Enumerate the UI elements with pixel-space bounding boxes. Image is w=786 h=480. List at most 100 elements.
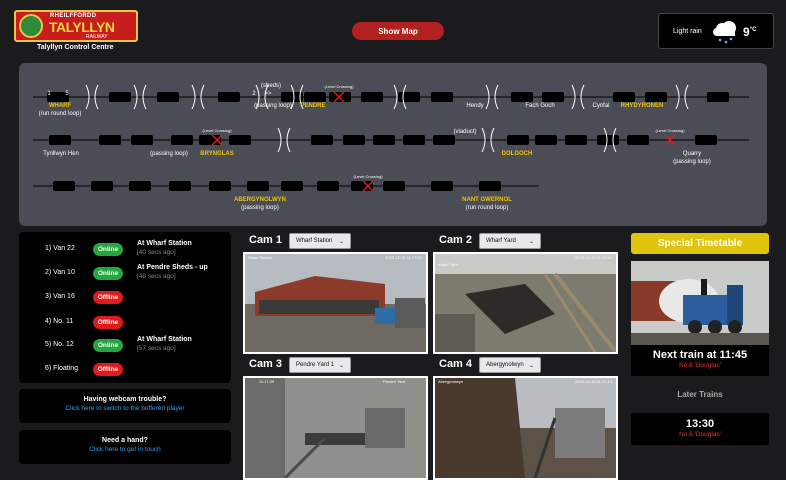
cam-1-select[interactable]: Wharf Station ⌄ [289,233,351,249]
show-map-button[interactable]: Show Map [352,22,444,40]
cam-1-image [245,254,426,352]
track-diagram [33,84,749,192]
station-nant-gwernol-note: (run round loop) [465,205,509,211]
label-viaduct: (viaduct) [453,129,477,135]
track-block [247,181,269,191]
track-section-pendre-2: 2 [252,91,256,97]
next-train-loco: No.6 'Douglas' [679,362,721,369]
vehicle-status-badge: Offline [93,363,123,376]
cam-4-feed[interactable]: Abergynolwyn 2023-12-16 11:17:13 [433,376,618,480]
track-section-wharf-1: 1 [47,91,51,97]
weather-widget: Light rain 9°C [658,13,774,49]
vehicle-name: 2) Van 10 [45,269,75,276]
track-block [129,181,151,191]
cam-3-feed[interactable]: 11:17:29 Pendre Yard [243,376,428,480]
station-pendre: PENDRE [300,103,326,109]
cam-3-select[interactable]: Pendre Yard 1 ⌄ [289,357,351,373]
contact-help-box: Need a hand? Click here to get in touch [19,430,231,464]
cam-3-overlay: Pendre Yard [383,379,406,384]
vehicle-status-badge: Online [93,243,123,256]
track-block [171,135,193,145]
track-block [157,92,179,102]
next-train-box: Next train at 11:45 No.6 'Douglas' [631,345,769,376]
cam-2-select[interactable]: Wharf Yard ⌄ [479,233,541,249]
chevron-down-icon: ⌄ [338,238,344,245]
cam-3-title: Cam 3 [249,358,283,370]
track-block [645,92,667,102]
track-map: 1 5 2 >> WHARF (run round loop) (sheds) … [19,63,767,226]
label-quarry-loop: (passing loop) [673,159,711,165]
track-block [109,92,131,102]
track-block [351,181,373,191]
cam-1-feed[interactable]: Wharf Station 2023-12-16 11:17:21 [243,252,428,354]
track-block [707,92,729,102]
level-crossing-2: (Level Crossing) [202,128,232,133]
track-block [329,92,351,102]
track-block [507,135,529,145]
track-block [311,135,333,145]
chevron-down-icon: ⌄ [528,362,534,369]
level-crossing-4: (Level Crossing) [353,174,383,179]
track-block [53,181,75,191]
vehicle-row: 5) No. 12 Online At Wharf Station [57 secs … [19,336,231,354]
vehicle-name: 3) Van 16 [45,293,75,300]
weather-temperature: 9°C [743,25,757,39]
vehicle-location: At Wharf Station [137,240,192,247]
cam-1-overlay: Wharf Station [248,255,273,260]
track-block [209,181,231,191]
cam-1-title: Cam 1 [249,234,283,246]
vehicle-location: At Pendre Sheds - up [137,264,208,271]
track-block [431,92,453,102]
track-block [383,181,405,191]
halt-tynllwyn-hen: Tynllwyn Hen [43,151,79,157]
level-crossing-1: (Level Crossing) [324,84,354,89]
track-block [398,92,420,102]
track-block [91,181,113,191]
get-in-touch-link[interactable]: Click here to get in touch [19,446,231,453]
vehicle-name: 6) Floating [45,365,79,372]
halt-hendy: Hendy [466,103,484,109]
talyllyn-logo[interactable]: RHEILFFORDD TALYLLYN RAILWAY [14,10,138,42]
cam-4-image [435,378,616,478]
halt-quarry: Quarry [682,151,702,157]
steam-locomotive-image [631,261,769,345]
track-section-pendre-arrow: >> [264,91,272,97]
crest-icon [19,14,43,38]
halt-fach-goch: Fach Goch [525,103,555,109]
station-wharf-note: (run round loop) [38,111,82,117]
vehicle-name: 1) Van 22 [45,245,75,252]
track-block [613,92,635,102]
label-sheds: (sheds) [260,83,282,89]
track-block [695,135,717,145]
vehicle-row: 3) Van 16 Offline [19,288,231,306]
later-train-item: 13:30 No.6 'Douglas' [631,413,769,445]
label-brynglas-loop: (passing loop) [150,151,188,157]
vehicle-last-seen: [48 secs ago] [137,273,176,280]
cam-4-title: Cam 4 [439,358,473,370]
vehicle-row: 4) No. 11 Offline [19,313,231,331]
station-rhydyronen: RHYDYRONEN [620,103,664,109]
track-block [511,92,533,102]
cam-4-overlay: Abergynolwyn [438,379,464,384]
track-block [361,92,383,102]
later-train-time: 13:30 [685,418,715,430]
cam-4-timestamp: 2023-12-16 11:17:13 [575,379,612,384]
track-block [535,135,557,145]
cam-2-feed[interactable]: 2023-12-16 11:17:21 Wharf Yard [433,252,618,354]
track-block [431,181,453,191]
station-nant-gwernol: NANT GWERNOL [462,197,512,203]
track-block [542,92,564,102]
logo-text-railway: RAILWAY [86,34,108,40]
cam-4-select[interactable]: Abergynolwyn ⌄ [479,357,541,373]
special-timetable-button[interactable]: Special Timetable [631,233,769,254]
page-subtitle: Talyllyn Control Centre [37,44,114,51]
track-block [479,181,501,191]
cam-2-overlay: Wharf Yard [438,262,458,267]
vehicle-name: 4) No. 11 [45,318,74,325]
vehicle-location: At Wharf Station [137,336,192,343]
later-train-loco: No.6 'Douglas' [679,431,721,438]
buffered-player-link[interactable]: Click here to switch to the buffered pla… [19,405,231,412]
track-block [597,135,619,145]
track-block [218,92,240,102]
chevron-down-icon: ⌄ [528,238,534,245]
